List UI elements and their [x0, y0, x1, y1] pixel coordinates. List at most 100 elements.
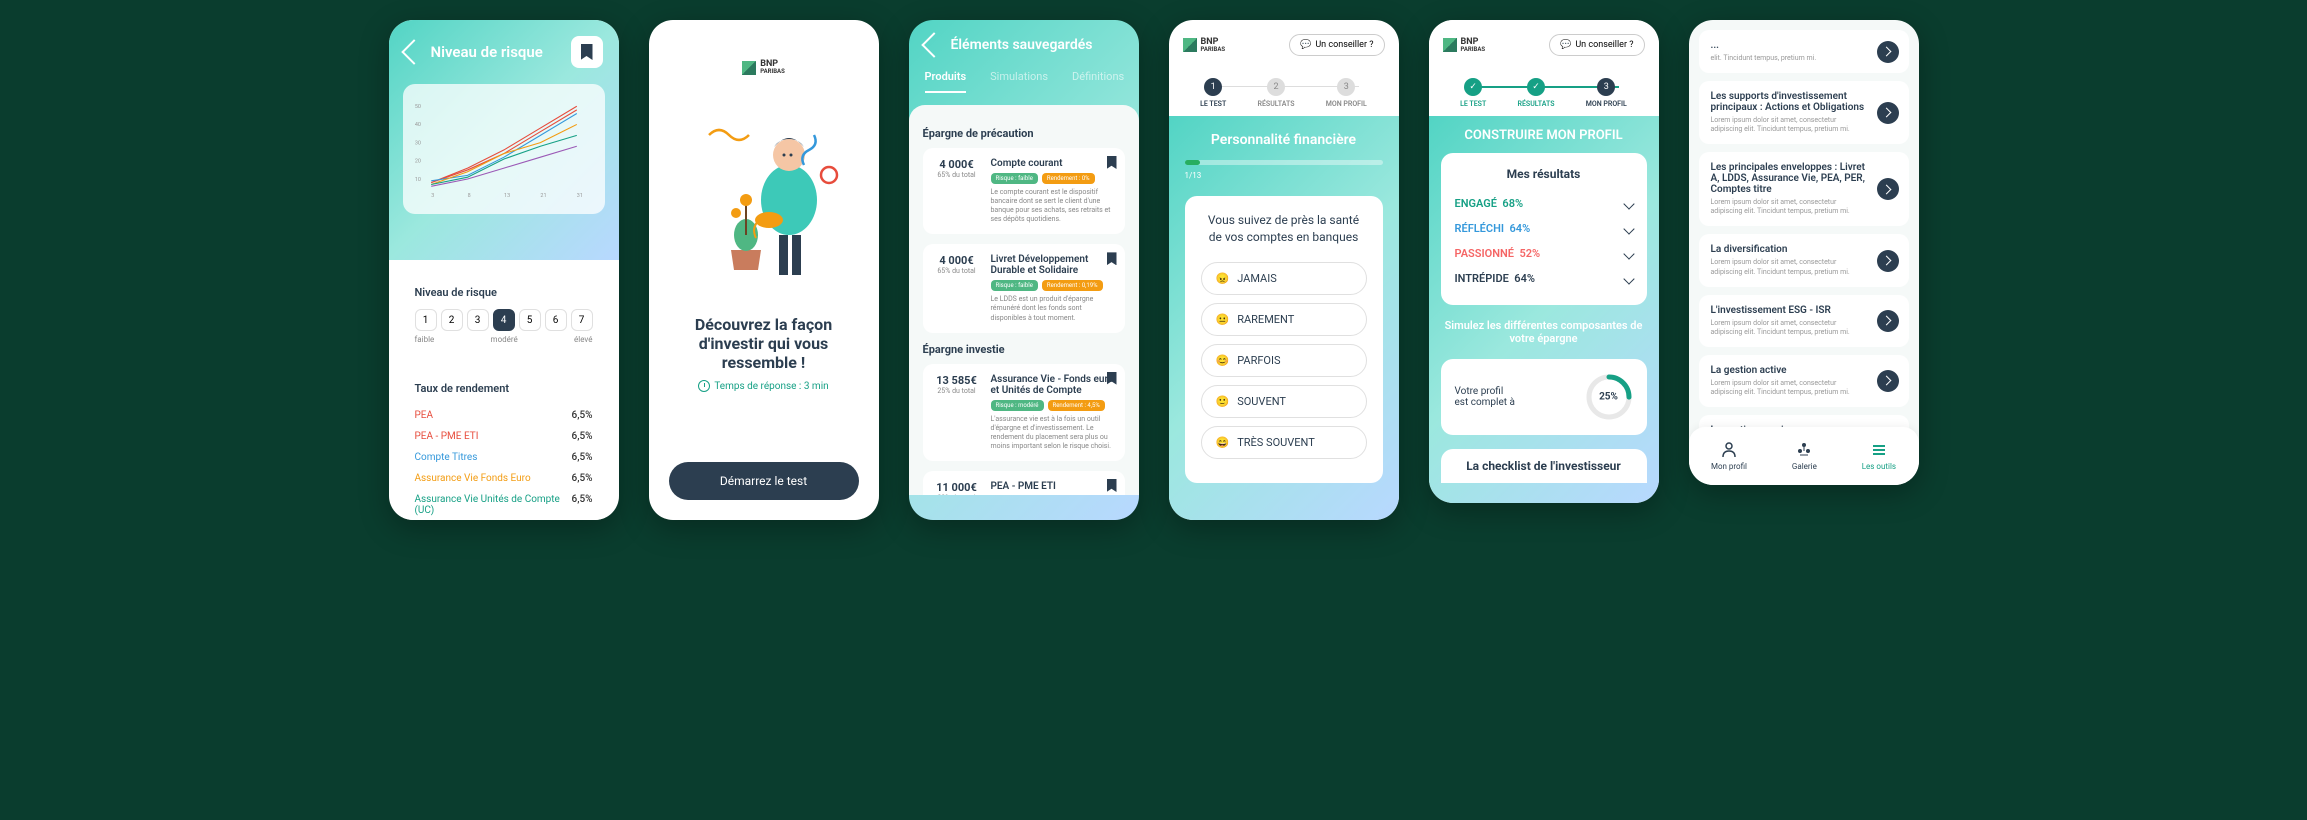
- product-card[interactable]: 11 000€20% du total PEA - PME ETI Risque…: [923, 471, 1125, 495]
- screen-intro: BNPPARIBAS Découvrez la façon d': [649, 20, 879, 520]
- simulate-title: Simulez les différentes composantes de v…: [1441, 319, 1647, 345]
- svg-text:31: 31: [576, 193, 582, 199]
- bookmark-icon: [581, 44, 593, 60]
- brand-logo: BNPPARIBAS: [1183, 38, 1226, 53]
- risk-level-7[interactable]: 7: [571, 309, 593, 331]
- risk-level-2[interactable]: 2: [441, 309, 463, 331]
- nav-mon-profil[interactable]: Mon profil: [1711, 441, 1747, 471]
- yield-card: Taux de rendement PEA6,5%PEA - PME ETI6,…: [403, 370, 605, 520]
- screen-tools: ...elit. Tincidunt tempus, pretium mi. Le…: [1689, 20, 1919, 485]
- quiz-title: Personnalité financière: [1185, 132, 1383, 148]
- logo-icon: [1443, 38, 1457, 52]
- start-test-button[interactable]: Démarrez le test: [669, 462, 859, 500]
- risk-level-1[interactable]: 1: [415, 309, 437, 331]
- screen-quiz: BNPPARIBAS 💬 Un conseiller ? 1LE TEST2RÉ…: [1169, 20, 1399, 520]
- chevron-down-icon: [1623, 198, 1634, 209]
- yield-row: PEA6,5%: [415, 405, 593, 426]
- topic-card[interactable]: La gestion activeLorem ipsum dolor sit a…: [1699, 355, 1909, 407]
- arrow-right-icon[interactable]: [1877, 178, 1899, 200]
- bookmark-button[interactable]: [571, 36, 603, 68]
- nav-galerie[interactable]: Galerie: [1792, 441, 1817, 471]
- chevron-down-icon: [1623, 223, 1634, 234]
- results-title: Mes résultats: [1455, 167, 1633, 181]
- svg-text:10: 10: [414, 177, 420, 183]
- logo-icon: [742, 61, 756, 75]
- step-2: 2RÉSULTATS: [1258, 78, 1295, 108]
- tab-produits[interactable]: Produits: [925, 70, 967, 93]
- answer-option[interactable]: 😠JAMAIS: [1201, 262, 1367, 295]
- yield-row: PEA - PME ETI6,5%: [415, 426, 593, 447]
- answer-option[interactable]: 😊PARFOIS: [1201, 344, 1367, 377]
- svg-text:21: 21: [540, 193, 546, 199]
- section-invested: Épargne investie: [923, 343, 1125, 356]
- arrow-right-icon[interactable]: [1877, 250, 1899, 272]
- advisor-button[interactable]: 💬 Un conseiller ?: [1289, 34, 1384, 56]
- back-icon[interactable]: [921, 32, 946, 57]
- svg-text:20: 20: [414, 159, 420, 165]
- topic-card[interactable]: Les supports d'investissement principaux…: [1699, 81, 1909, 144]
- yield-title: Taux de rendement: [415, 382, 593, 395]
- step-3: 3MON PROFIL: [1586, 78, 1627, 108]
- answer-option[interactable]: 😐RAREMENT: [1201, 303, 1367, 336]
- screen-saved-items: Éléments sauvegardés Produits Simulations…: [909, 20, 1139, 520]
- yield-row: Compte Titres6,5%: [415, 447, 593, 468]
- progress-bar: [1185, 160, 1383, 165]
- risk-level-3[interactable]: 3: [467, 309, 489, 331]
- risk-level-4[interactable]: 4: [493, 309, 515, 331]
- svg-text:3: 3: [431, 193, 434, 199]
- checklist-title: La checklist de l'investisseur: [1441, 449, 1647, 483]
- svg-text:8: 8: [467, 193, 470, 199]
- risk-level-6[interactable]: 6: [545, 309, 567, 331]
- risk-mid-label: modéré: [491, 335, 518, 344]
- arrow-right-icon[interactable]: [1877, 370, 1899, 392]
- topic-card[interactable]: Les principales enveloppes : Livret A, L…: [1699, 152, 1909, 226]
- result-row[interactable]: ENGAGÉ 68%: [1455, 191, 1633, 216]
- chevron-down-icon: [1623, 248, 1634, 259]
- answer-option[interactable]: 🙂SOUVENT: [1201, 385, 1367, 418]
- tab-simulations[interactable]: Simulations: [990, 70, 1048, 93]
- risk-level-5[interactable]: 5: [519, 309, 541, 331]
- screen-profile: BNPPARIBAS 💬 Un conseiller ? ✓LE TEST ✓RÉ…: [1429, 20, 1659, 503]
- risk-chart: 50 40 30 20 10 3 8 13 21 31: [403, 84, 605, 214]
- step-1: ✓LE TEST: [1460, 78, 1486, 108]
- svg-text:50: 50: [414, 104, 420, 110]
- tab-définitions[interactable]: Définitions: [1072, 70, 1124, 93]
- result-row[interactable]: INTRÉPIDE 64%: [1455, 266, 1633, 291]
- results-card: Mes résultats ENGAGÉ 68%RÉFLÉCHI 64%PASS…: [1441, 153, 1647, 305]
- svg-text:30: 30: [414, 140, 420, 146]
- intro-title: Découvrez la façon d'investir qui vous r…: [669, 315, 859, 372]
- profile-title: CONSTRUIRE MON PROFIL: [1441, 128, 1647, 143]
- answer-option[interactable]: 😄TRÈS SOUVENT: [1201, 426, 1367, 459]
- question-text: Vous suivez de près la santé de vos comp…: [1201, 212, 1367, 246]
- topic-card[interactable]: La diversificationLorem ipsum dolor sit …: [1699, 234, 1909, 286]
- nav-les-outils[interactable]: Les outils: [1862, 441, 1896, 471]
- risk-high-label: élevé: [574, 335, 592, 344]
- brand-logo: BNPPARIBAS: [1443, 38, 1486, 53]
- completion-card: Votre profilest complet à 25%: [1441, 359, 1647, 435]
- arrow-right-icon[interactable]: [1877, 41, 1899, 63]
- result-row[interactable]: RÉFLÉCHI 64%: [1455, 216, 1633, 241]
- advisor-button[interactable]: 💬 Un conseiller ?: [1549, 34, 1644, 56]
- risk-low-label: faible: [415, 335, 435, 344]
- topic-card[interactable]: L'investissement ESG - ISRLorem ipsum do…: [1699, 295, 1909, 347]
- page-title: Éléments sauvegardés: [951, 37, 1093, 53]
- time-estimate: Temps de réponse : 3 min: [698, 380, 828, 392]
- step-3: 3MON PROFIL: [1326, 78, 1367, 108]
- topic-card[interactable]: ...elit. Tincidunt tempus, pretium mi.: [1699, 30, 1909, 73]
- arrow-right-icon[interactable]: [1877, 310, 1899, 332]
- risk-scale-card: Niveau de risque 1234567 faible modéré é…: [403, 274, 605, 356]
- product-card[interactable]: 4 000€65% du total Compte courant Risque…: [923, 148, 1125, 234]
- result-row[interactable]: PASSIONNÉ 52%: [1455, 241, 1633, 266]
- product-card[interactable]: 4 000€65% du total Livret Développement …: [923, 244, 1125, 332]
- logo-icon: [1183, 38, 1197, 52]
- arrow-right-icon[interactable]: [1877, 102, 1899, 124]
- progress-text: 1/13: [1185, 171, 1383, 180]
- svg-text:40: 40: [414, 122, 420, 128]
- illustration: [674, 105, 854, 285]
- step-2: ✓RÉSULTATS: [1518, 78, 1555, 108]
- product-card[interactable]: 13 585€25% du total Assurance Vie - Fond…: [923, 364, 1125, 461]
- back-icon[interactable]: [401, 39, 426, 64]
- section-precaution: Épargne de précaution: [923, 127, 1125, 140]
- screen-risk-level: Niveau de risque 5040302010 38132131 Niv…: [389, 20, 619, 520]
- svg-text:13: 13: [504, 193, 510, 199]
